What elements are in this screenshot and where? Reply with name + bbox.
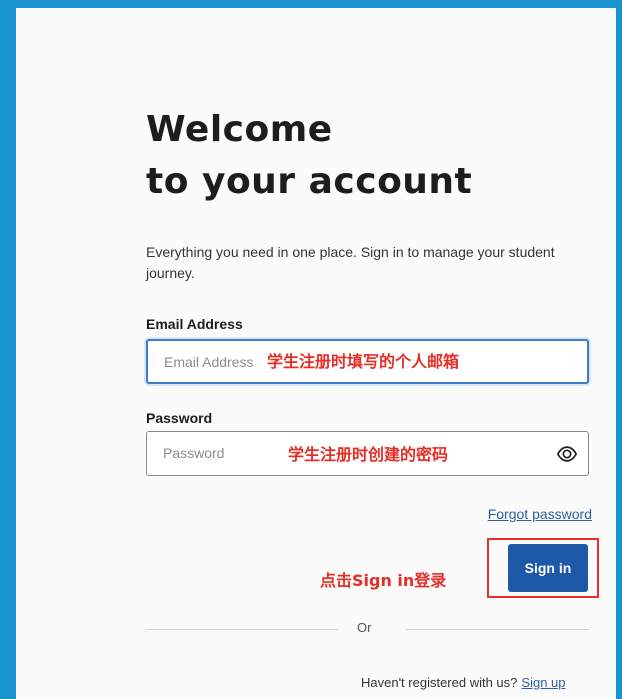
eye-icon[interactable] (556, 443, 578, 465)
password-label: Password (146, 410, 213, 426)
sign-in-annotation: 点击Sign in登录 (320, 571, 447, 590)
page-title: Welcome to your account (146, 104, 472, 208)
signup-prompt: Haven't registered with us? (361, 675, 518, 690)
email-annotation: 学生注册时填写的个人邮箱 (267, 352, 460, 371)
forgot-password-link[interactable]: Forgot password (488, 506, 592, 522)
divider-or-text: Or (357, 620, 372, 635)
divider-right (406, 629, 589, 630)
signup-footer: Haven't registered with us? Sign up (361, 675, 566, 690)
password-placeholder: Password (163, 445, 225, 461)
email-label: Email Address (146, 316, 243, 332)
sign-in-button[interactable]: Sign in (508, 544, 588, 592)
subtitle-text: Everything you need in one place. Sign i… (146, 244, 555, 281)
title-line-1: Welcome (146, 109, 333, 150)
title-line-2: to your account (146, 161, 473, 202)
sign-up-link[interactable]: Sign up (521, 675, 565, 690)
password-annotation: 学生注册时创建的密码 (288, 445, 449, 464)
divider-left (146, 629, 338, 630)
email-placeholder: Email Address (164, 354, 254, 370)
